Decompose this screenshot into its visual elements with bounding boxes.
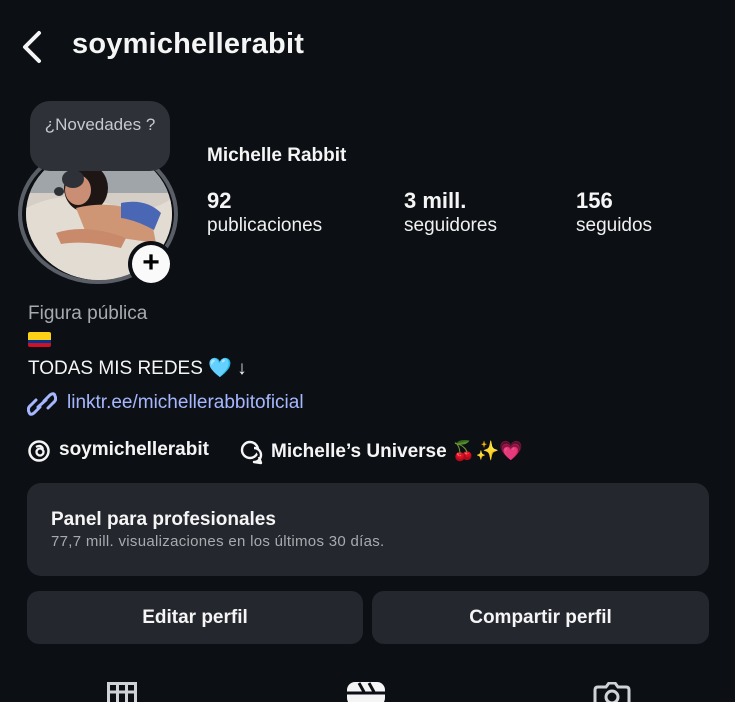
bio-text: TODAS MIS REDES 🩵 ↓ — [28, 358, 247, 379]
chevron-left-icon — [23, 31, 41, 63]
colombia-flag-icon — [28, 332, 51, 347]
note-text: ¿Novedades ? — [44, 115, 156, 134]
link-icon — [26, 391, 58, 417]
note-tail-small — [54, 187, 64, 196]
note-bubble[interactable]: ¿Novedades ? — [30, 101, 170, 171]
share-profile-button[interactable]: Compartir perfil — [372, 591, 709, 644]
posts-label[interactable]: publicaciones — [207, 215, 322, 237]
dashboard-title: Panel para profesionales — [51, 509, 276, 530]
followers-label[interactable]: seguidores — [404, 215, 497, 237]
header-username: soymichellerabit — [72, 28, 305, 60]
plus-icon: + — [132, 245, 170, 283]
dashboard-subtitle: 77,7 mill. visualizaciones en los último… — [51, 533, 385, 550]
followers-count[interactable]: 3 mill. — [404, 188, 466, 214]
edit-profile-button[interactable]: Editar perfil — [27, 591, 363, 644]
following-label[interactable]: seguidos — [576, 215, 652, 237]
reels-icon[interactable] — [347, 682, 385, 702]
following-count[interactable]: 156 — [576, 188, 613, 214]
threads-icon[interactable] — [27, 439, 51, 463]
tagged-icon[interactable] — [593, 682, 631, 702]
broadcast-channel-icon[interactable] — [239, 439, 265, 465]
threads-handle[interactable]: soymichellerabit — [59, 439, 209, 461]
profile-link[interactable]: linktr.ee/michellerabbitoficial — [67, 392, 304, 414]
grid-icon[interactable] — [107, 682, 137, 702]
back-button[interactable] — [18, 30, 50, 64]
posts-count[interactable]: 92 — [207, 188, 231, 214]
profile-category: Figura pública — [28, 303, 148, 324]
channel-name[interactable]: Michelle’s Universe 🍒✨💗 — [271, 439, 523, 463]
add-story-button[interactable]: + — [128, 241, 174, 287]
display-name: Michelle Rabbit — [207, 145, 347, 166]
note-tail — [62, 170, 84, 188]
